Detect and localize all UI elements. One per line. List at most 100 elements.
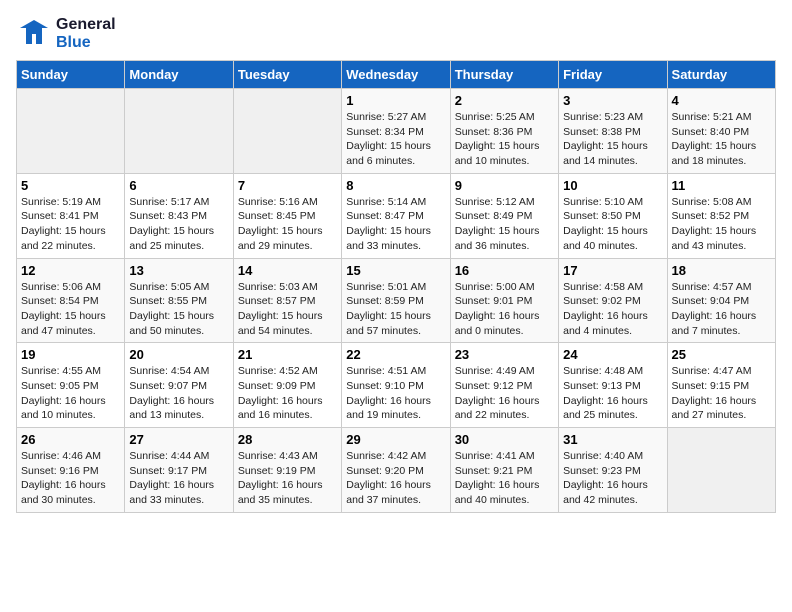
header-day-friday: Friday (559, 61, 667, 89)
calendar-cell (125, 89, 233, 174)
calendar-cell: 11Sunrise: 5:08 AM Sunset: 8:52 PM Dayli… (667, 173, 775, 258)
day-number: 8 (346, 178, 445, 193)
day-info: Sunrise: 4:52 AM Sunset: 9:09 PM Dayligh… (238, 364, 337, 423)
calendar-cell: 2 Sunrise: 5:25 AM Sunset: 8:36 PM Daylig… (450, 89, 558, 174)
header-day-sunday: Sunday (17, 61, 125, 89)
logo: GeneralBlue (16, 16, 116, 52)
day-number: 23 (455, 347, 554, 362)
day-info: Sunrise: 5:23 AM Sunset: 8:38 PM Dayligh… (563, 110, 662, 169)
day-info: Sunrise: 4:41 AM Sunset: 9:21 PM Dayligh… (455, 449, 554, 508)
calendar-cell: 19Sunrise: 4:55 AM Sunset: 9:05 PM Dayli… (17, 343, 125, 428)
header-day-wednesday: Wednesday (342, 61, 450, 89)
day-info: Sunrise: 5:05 AM Sunset: 8:55 PM Dayligh… (129, 280, 228, 339)
day-number: 21 (238, 347, 337, 362)
day-info: Sunrise: 4:40 AM Sunset: 9:23 PM Dayligh… (563, 449, 662, 508)
week-row-5: 26 Sunrise: 4:46 AM Sunset: 9:16 PM Dayli… (17, 428, 776, 513)
calendar-table: SundayMondayTuesdayWednesdayThursdayFrid… (16, 60, 776, 513)
day-number: 13 (129, 263, 228, 278)
day-info: Sunrise: 5:25 AM Sunset: 8:36 PM Dayligh… (455, 110, 554, 169)
day-info: Sunrise: 5:14 AM Sunset: 8:47 PM Dayligh… (346, 195, 445, 254)
calendar-cell: 25 Sunrise: 4:47 AM Sunset: 9:15 PM Dayli… (667, 343, 775, 428)
calendar-cell: 17 Sunrise: 4:58 AM Sunset: 9:02 PM Dayli… (559, 258, 667, 343)
calendar-cell: 26 Sunrise: 4:46 AM Sunset: 9:16 PM Dayli… (17, 428, 125, 513)
calendar-cell: 14 Sunrise: 5:03 AM Sunset: 8:57 PM Dayli… (233, 258, 341, 343)
day-number: 3 (563, 93, 662, 108)
calendar-cell (17, 89, 125, 174)
calendar-cell: 8 Sunrise: 5:14 AM Sunset: 8:47 PM Daylig… (342, 173, 450, 258)
day-info: Sunrise: 4:42 AM Sunset: 9:20 PM Dayligh… (346, 449, 445, 508)
day-number: 4 (672, 93, 771, 108)
calendar-cell: 7 Sunrise: 5:16 AM Sunset: 8:45 PM Daylig… (233, 173, 341, 258)
calendar-cell: 5Sunrise: 5:19 AM Sunset: 8:41 PM Daylig… (17, 173, 125, 258)
day-info: Sunrise: 5:03 AM Sunset: 8:57 PM Dayligh… (238, 280, 337, 339)
day-number: 20 (129, 347, 228, 362)
day-number: 2 (455, 93, 554, 108)
day-number: 1 (346, 93, 445, 108)
header-row: SundayMondayTuesdayWednesdayThursdayFrid… (17, 61, 776, 89)
logo-text: GeneralBlue (56, 16, 116, 52)
day-number: 16 (455, 263, 554, 278)
week-row-4: 19Sunrise: 4:55 AM Sunset: 9:05 PM Dayli… (17, 343, 776, 428)
week-row-3: 12Sunrise: 5:06 AM Sunset: 8:54 PM Dayli… (17, 258, 776, 343)
day-number: 10 (563, 178, 662, 193)
calendar-cell: 22Sunrise: 4:51 AM Sunset: 9:10 PM Dayli… (342, 343, 450, 428)
calendar-cell: 20 Sunrise: 4:54 AM Sunset: 9:07 PM Dayli… (125, 343, 233, 428)
calendar-cell: 13 Sunrise: 5:05 AM Sunset: 8:55 PM Dayli… (125, 258, 233, 343)
header-day-monday: Monday (125, 61, 233, 89)
calendar-cell: 16 Sunrise: 5:00 AM Sunset: 9:01 PM Dayli… (450, 258, 558, 343)
day-info: Sunrise: 4:47 AM Sunset: 9:15 PM Dayligh… (672, 364, 771, 423)
header: GeneralBlue (16, 16, 776, 52)
calendar-cell: 10 Sunrise: 5:10 AM Sunset: 8:50 PM Dayli… (559, 173, 667, 258)
header-day-thursday: Thursday (450, 61, 558, 89)
day-number: 11 (672, 178, 771, 193)
day-number: 15 (346, 263, 445, 278)
day-number: 19 (21, 347, 120, 362)
day-info: Sunrise: 4:57 AM Sunset: 9:04 PM Dayligh… (672, 280, 771, 339)
calendar-cell (233, 89, 341, 174)
calendar-cell: 21 Sunrise: 4:52 AM Sunset: 9:09 PM Dayli… (233, 343, 341, 428)
calendar-header: SundayMondayTuesdayWednesdayThursdayFrid… (17, 61, 776, 89)
calendar-cell: 31 Sunrise: 4:40 AM Sunset: 9:23 PM Dayli… (559, 428, 667, 513)
day-info: Sunrise: 5:10 AM Sunset: 8:50 PM Dayligh… (563, 195, 662, 254)
day-info: Sunrise: 5:17 AM Sunset: 8:43 PM Dayligh… (129, 195, 228, 254)
day-number: 28 (238, 432, 337, 447)
day-info: Sunrise: 5:21 AM Sunset: 8:40 PM Dayligh… (672, 110, 771, 169)
calendar-cell: 1Sunrise: 5:27 AM Sunset: 8:34 PM Daylig… (342, 89, 450, 174)
day-number: 12 (21, 263, 120, 278)
day-number: 27 (129, 432, 228, 447)
day-number: 9 (455, 178, 554, 193)
calendar-cell: 12Sunrise: 5:06 AM Sunset: 8:54 PM Dayli… (17, 258, 125, 343)
day-info: Sunrise: 4:58 AM Sunset: 9:02 PM Dayligh… (563, 280, 662, 339)
day-number: 25 (672, 347, 771, 362)
day-number: 31 (563, 432, 662, 447)
calendar-cell: 27Sunrise: 4:44 AM Sunset: 9:17 PM Dayli… (125, 428, 233, 513)
header-day-saturday: Saturday (667, 61, 775, 89)
day-info: Sunrise: 4:54 AM Sunset: 9:07 PM Dayligh… (129, 364, 228, 423)
calendar-cell: 4 Sunrise: 5:21 AM Sunset: 8:40 PM Daylig… (667, 89, 775, 174)
day-info: Sunrise: 4:43 AM Sunset: 9:19 PM Dayligh… (238, 449, 337, 508)
day-number: 17 (563, 263, 662, 278)
calendar-cell: 28 Sunrise: 4:43 AM Sunset: 9:19 PM Dayli… (233, 428, 341, 513)
calendar-cell: 24Sunrise: 4:48 AM Sunset: 9:13 PM Dayli… (559, 343, 667, 428)
day-info: Sunrise: 4:46 AM Sunset: 9:16 PM Dayligh… (21, 449, 120, 508)
day-info: Sunrise: 4:48 AM Sunset: 9:13 PM Dayligh… (563, 364, 662, 423)
calendar-cell: 30 Sunrise: 4:41 AM Sunset: 9:21 PM Dayli… (450, 428, 558, 513)
day-number: 26 (21, 432, 120, 447)
calendar-body: 1Sunrise: 5:27 AM Sunset: 8:34 PM Daylig… (17, 89, 776, 513)
day-number: 22 (346, 347, 445, 362)
day-number: 7 (238, 178, 337, 193)
calendar-cell: 18 Sunrise: 4:57 AM Sunset: 9:04 PM Dayli… (667, 258, 775, 343)
day-number: 30 (455, 432, 554, 447)
calendar-cell: 29Sunrise: 4:42 AM Sunset: 9:20 PM Dayli… (342, 428, 450, 513)
day-info: Sunrise: 5:00 AM Sunset: 9:01 PM Dayligh… (455, 280, 554, 339)
day-info: Sunrise: 5:12 AM Sunset: 8:49 PM Dayligh… (455, 195, 554, 254)
day-info: Sunrise: 5:16 AM Sunset: 8:45 PM Dayligh… (238, 195, 337, 254)
calendar-cell: 15 Sunrise: 5:01 AM Sunset: 8:59 PM Dayli… (342, 258, 450, 343)
day-number: 18 (672, 263, 771, 278)
day-info: Sunrise: 5:01 AM Sunset: 8:59 PM Dayligh… (346, 280, 445, 339)
calendar-cell: 9 Sunrise: 5:12 AM Sunset: 8:49 PM Daylig… (450, 173, 558, 258)
day-info: Sunrise: 4:49 AM Sunset: 9:12 PM Dayligh… (455, 364, 554, 423)
logo-svg-icon (16, 16, 52, 52)
day-number: 14 (238, 263, 337, 278)
week-row-2: 5Sunrise: 5:19 AM Sunset: 8:41 PM Daylig… (17, 173, 776, 258)
